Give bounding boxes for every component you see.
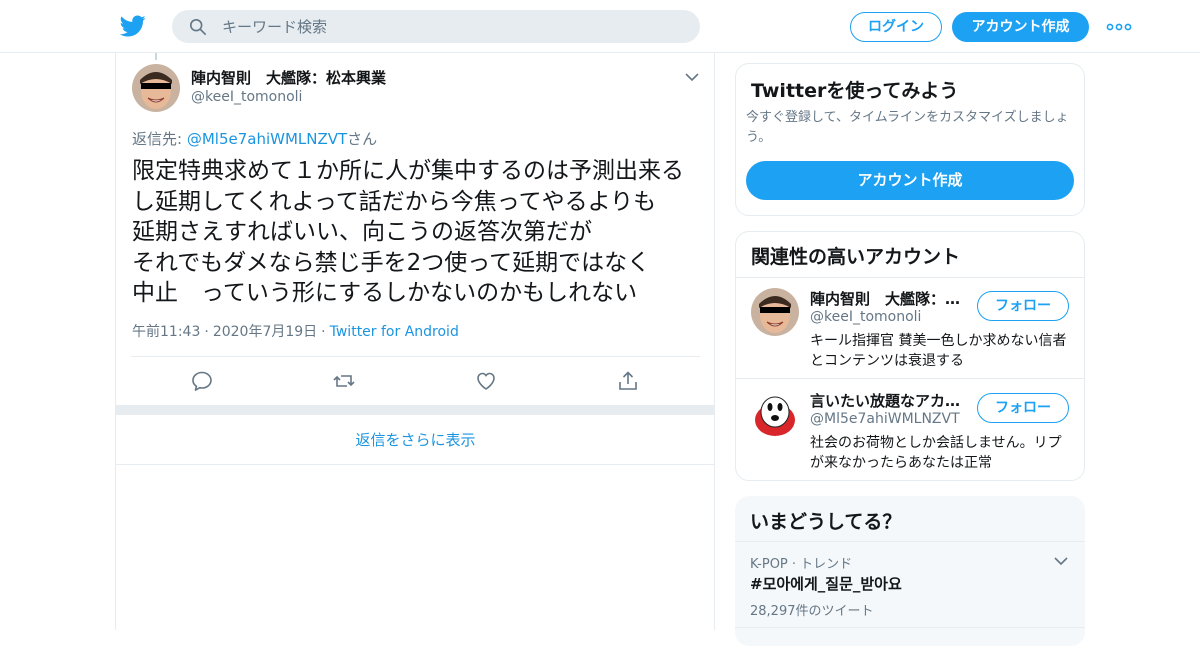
trends-title: いまどうしてる？ — [750, 511, 902, 533]
search-box[interactable] — [172, 10, 700, 43]
follow-button[interactable]: フォロー — [977, 393, 1069, 423]
related-accounts-title: 関連性の高いアカウント — [751, 246, 961, 268]
signup-button[interactable]: アカウント作成 — [952, 12, 1089, 42]
trend-context: K-POP · トレンド — [750, 557, 853, 572]
avatar[interactable] — [751, 390, 799, 438]
reply-mention-link[interactable]: @Ml5e7ahiWMLNZVT — [187, 130, 347, 148]
thread-connector-line — [155, 53, 157, 60]
reply-to-line: 返信先: @Ml5e7ahiWMLNZVTさん — [132, 128, 377, 149]
top-navigation-bar: ログイン アカウント作成 — [0, 0, 1200, 53]
tweet-metadata: 午前11:43 · 2020年7月19日 · Twitter for Android — [132, 321, 459, 341]
trend-name-link[interactable]: #모아에게_질문_받아요 — [750, 573, 902, 594]
search-input[interactable] — [222, 10, 682, 43]
trend-tweet-count: 28,297件のツイート — [750, 604, 874, 619]
show-more-replies-link[interactable]: 返信をさらに表示 — [116, 415, 715, 465]
reply-prefix: 返信先: — [132, 130, 187, 148]
reply-icon[interactable] — [190, 369, 214, 393]
tweet-text: 限定特典求めて１か所に人が集中するのは予測出来る し延期してくれよって話だから今… — [132, 158, 684, 306]
tweet-date[interactable]: 2020年7月19日 — [213, 324, 317, 340]
follow-button[interactable]: フォロー — [977, 291, 1069, 321]
twitter-bird-logo-icon[interactable] — [120, 13, 146, 39]
login-button[interactable]: ログイン — [850, 12, 942, 42]
tweet-actions — [116, 369, 716, 395]
divider — [131, 356, 700, 357]
divider — [735, 541, 1085, 542]
related-account-item[interactable]: 陣内智則 大艦隊：… @keeI_tomonoli キール指揮官 賛美一色しか求… — [736, 278, 1084, 378]
tweet-source-link[interactable]: Twitter for Android — [330, 324, 459, 340]
related-account-name[interactable]: 言いたい放題なアカ… — [810, 390, 970, 411]
divider — [735, 627, 1085, 628]
share-icon[interactable] — [616, 369, 640, 393]
related-account-name[interactable]: 陣内智則 大艦隊：… — [810, 288, 970, 309]
search-icon — [189, 18, 207, 36]
avatar-photo-icon — [751, 288, 799, 336]
related-account-handle[interactable]: @keeI_tomonoli — [810, 309, 921, 325]
related-account-item[interactable]: 言いたい放題なアカ… @Ml5e7ahiWMLNZVT 社会のお荷物としか会話し… — [736, 380, 1084, 480]
related-account-bio: 社会のお荷物としか会話しません。リプが来なかったらあなたは正常 — [810, 435, 1062, 471]
meta-separator: · — [204, 324, 209, 340]
shy-guy-mask-icon — [751, 390, 799, 438]
related-accounts-card: 関連性の高いアカウント 陣内智則 大艦隊：… @keeI_tomonoli キー… — [735, 231, 1085, 481]
avatar-photo-icon — [132, 64, 180, 112]
avatar[interactable] — [132, 64, 180, 112]
trends-card: いまどうしてる？ K-POP · トレンド #모아에게_질문_받아요 28,29… — [735, 496, 1085, 646]
signup-card-subtitle: 今すぐ登録して、タイムラインをカスタマイズしましょう。 — [746, 110, 1069, 145]
like-icon[interactable] — [474, 369, 498, 393]
section-separator — [116, 405, 715, 415]
author-display-name[interactable]: 陣内智則 大艦隊：松本興業 — [191, 67, 386, 88]
retweet-icon[interactable] — [332, 369, 356, 393]
more-options-icon[interactable] — [1106, 17, 1132, 37]
related-account-bio: キール指揮官 賛美一色しか求めない信者とコンテンツは衰退する — [810, 333, 1067, 369]
chevron-down-icon[interactable] — [684, 71, 700, 83]
divider — [736, 378, 1084, 379]
signup-card-button[interactable]: アカウント作成 — [746, 161, 1074, 200]
signup-card-title: Twitterを使ってみよう — [751, 80, 959, 102]
avatar[interactable] — [751, 288, 799, 336]
related-account-handle[interactable]: @Ml5e7ahiWMLNZVT — [810, 411, 960, 427]
reply-suffix: さん — [347, 130, 378, 148]
tweet-time[interactable]: 午前11:43 — [132, 324, 200, 340]
tweet-column: 陣内智則 大艦隊：松本興業 @keeI_tomonoli 返信先: @Ml5e7… — [115, 53, 715, 630]
author-handle[interactable]: @keeI_tomonoli — [191, 89, 302, 105]
meta-separator: · — [321, 324, 326, 340]
chevron-down-icon[interactable] — [1053, 555, 1069, 567]
signup-card: Twitterを使ってみよう 今すぐ登録して、タイムラインをカスタマイズしましょ… — [735, 63, 1085, 216]
